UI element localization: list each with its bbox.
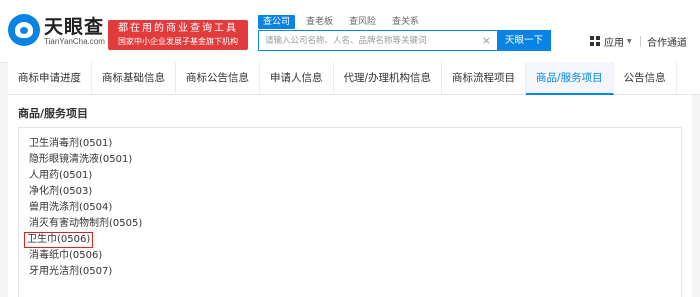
logo-name-cn: 天眼查 xyxy=(44,16,105,38)
search-tab-relation[interactable]: 查关系 xyxy=(387,15,424,29)
tianyancha-logo[interactable]: 天眼查 TianYanCha.com xyxy=(8,12,108,52)
goods-services-box: 卫生消毒剂(0501) 隐形眼镜清洗液(0501) 人用药(0501) 净化剂(… xyxy=(18,127,682,297)
main-content: 商品/服务项目 卫生消毒剂(0501) 隐形眼镜清洗液(0501) 人用药(05… xyxy=(8,95,692,297)
tab-announcement-info[interactable]: 商标公告信息 xyxy=(176,62,260,95)
tab-process-items[interactable]: 商标流程项目 xyxy=(442,62,527,95)
goods-services-list: 卫生消毒剂(0501) 隐形眼镜清洗液(0501) 人用药(0501) 净化剂(… xyxy=(24,136,144,280)
trademark-tabs: 商标申请进度 商标基础信息 商标公告信息 申请人信息 代理/办理机构信息 商标流… xyxy=(8,62,700,95)
apps-menu[interactable]: 应用 ▼ xyxy=(590,34,632,49)
section-title: 商品/服务项目 xyxy=(18,107,89,120)
top-header: 天眼查 TianYanCha.com 都在用的商业查询工具 国家中小企业发展子基… xyxy=(0,0,700,63)
slogan-badge: 都在用的商业查询工具 国家中小企业发展子基金旗下机构 xyxy=(108,20,248,50)
list-item: 消毒纸巾(0506) xyxy=(29,250,103,261)
list-item: 消灭有害动物制剂(0505) xyxy=(29,218,143,229)
list-item: 牙用光洁剂(0507) xyxy=(29,266,113,277)
list-item: 人用药(0501) xyxy=(29,170,93,181)
apps-grid-icon xyxy=(590,36,600,46)
tab-applicant-info[interactable]: 申请人信息 xyxy=(260,62,334,95)
list-item-highlighted: 卫生巾(0506) xyxy=(24,232,144,248)
header-divider xyxy=(640,36,641,47)
list-item: 净化剂(0503) xyxy=(29,186,93,197)
search-button[interactable]: 天眼一下 xyxy=(497,30,551,51)
logo-eye-icon xyxy=(8,14,40,46)
clear-icon[interactable]: × xyxy=(482,33,491,48)
apps-label: 应用 xyxy=(604,37,624,49)
list-item: 卫生消毒剂(0501) xyxy=(29,138,113,149)
tab-goods-services[interactable]: 商品/服务项目 xyxy=(526,62,614,95)
partner-channel-link[interactable]: 合作通道 xyxy=(647,34,687,49)
search-tab-risk[interactable]: 查风险 xyxy=(344,15,381,29)
search-tab-company[interactable]: 查公司 xyxy=(258,15,296,29)
search-input[interactable] xyxy=(259,31,479,50)
search-tab-boss[interactable]: 查老板 xyxy=(301,15,338,29)
list-item: 隐形眼镜清洗液(0501) xyxy=(29,154,133,165)
tab-application-progress[interactable]: 商标申请进度 xyxy=(8,62,92,95)
slogan-line1: 都在用的商业查询工具 xyxy=(118,23,238,34)
list-item: 兽用洗涤剂(0504) xyxy=(29,202,113,213)
tab-announcements[interactable]: 公告信息 xyxy=(614,62,677,95)
slogan-line2: 国家中小企业发展子基金旗下机构 xyxy=(118,37,238,46)
tab-basic-info[interactable]: 商标基础信息 xyxy=(92,62,176,95)
search-box: × xyxy=(258,30,498,51)
chevron-down-icon: ▼ xyxy=(627,37,632,45)
logo-name-en: TianYanCha.com xyxy=(44,37,105,46)
tab-agency-info[interactable]: 代理/办理机构信息 xyxy=(334,62,443,95)
search-type-tabs: 查公司 查老板 查风险 查关系 xyxy=(258,15,430,29)
partner-label: 合作通道 xyxy=(647,38,687,49)
